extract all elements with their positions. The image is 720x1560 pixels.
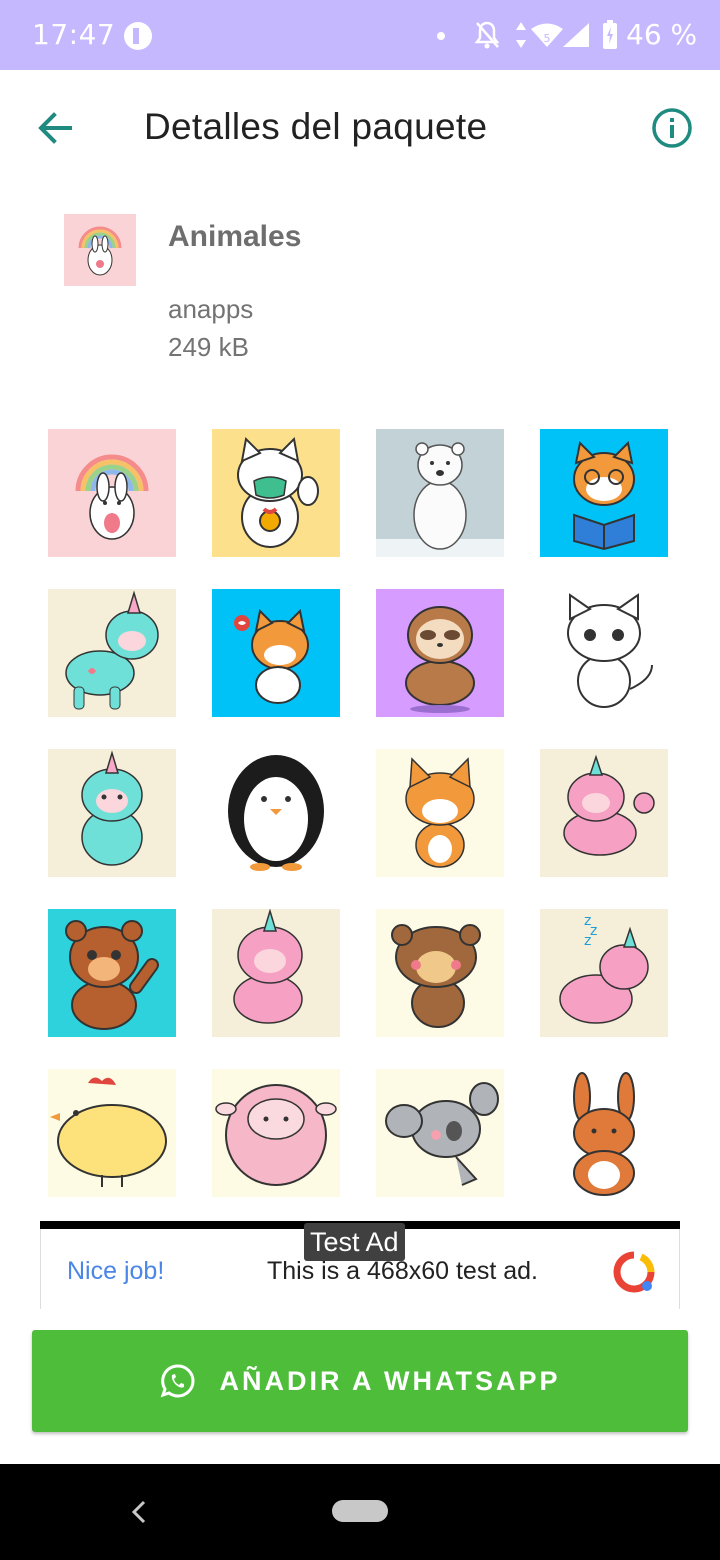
sticker-teal-llama-unicorn[interactable] [48, 589, 176, 717]
sticker-lucky-cat-mask[interactable] [212, 429, 340, 557]
sticker-fox[interactable] [376, 749, 504, 877]
google-ads-icon [613, 1251, 655, 1293]
pack-tray-icon [64, 214, 136, 286]
svg-text:5: 5 [544, 32, 551, 45]
cell-signal-icon [563, 23, 589, 47]
ad-body: This is a 468x60 test ad. [267, 1257, 538, 1285]
sticker-sloth-meditating[interactable] [376, 589, 504, 717]
sticker-penguin[interactable] [212, 749, 340, 877]
sticker-pink-llama-unicorn[interactable] [540, 749, 668, 877]
sticker-shiba-heart[interactable] [212, 589, 340, 717]
pack-publisher: anapps [168, 294, 254, 324]
navigation-bar [0, 1464, 720, 1560]
wifi-icon: 5 [531, 23, 563, 47]
nav-back-icon[interactable] [126, 1498, 154, 1526]
ad-headline: Nice job! [67, 1257, 165, 1285]
pack-size: 249 kB [168, 332, 249, 362]
sticker-brown-bear-dancing[interactable] [376, 909, 504, 1037]
sticker-orange-bunny[interactable] [540, 1069, 668, 1197]
sticker-polar-bear[interactable] [376, 429, 504, 557]
add-to-whatsapp-button[interactable]: AÑADIR A WHATSAPP [32, 1330, 688, 1432]
sticker-pink-llama-unicorn-2[interactable] [212, 909, 340, 1037]
page-title: Detalles del paquete [144, 106, 488, 147]
sticker-shiba-reading[interactable] [540, 429, 668, 557]
sticker-yellow-chick[interactable] [48, 1069, 176, 1197]
pack-name: Animales [168, 220, 302, 253]
add-to-whatsapp-label: AÑADIR A WHATSAPP [219, 1365, 561, 1396]
app-bar: Detalles del paquete [0, 70, 720, 188]
sticker-pink-llama-sleeping[interactable]: z z z [540, 909, 668, 1037]
sticker-white-kitten[interactable] [540, 589, 668, 717]
sticker-teal-llama-unicorn-2[interactable] [48, 749, 176, 877]
status-time: 17:47 [32, 18, 116, 51]
data-arrows-icon [516, 22, 526, 48]
info-circle-icon[interactable] [648, 104, 696, 152]
battery-percent: 46 % [626, 18, 698, 51]
bell-off-icon [474, 21, 500, 49]
whatsapp-icon [160, 1364, 194, 1398]
notification-dot-icon [437, 32, 445, 40]
sticker-rainbow-bunny[interactable] [48, 429, 176, 557]
status-bar: 17:47 5 46 % [0, 0, 720, 70]
nav-home-pill[interactable] [332, 1500, 388, 1522]
sticker-pink-sheep[interactable] [212, 1069, 340, 1197]
sticker-koala[interactable] [376, 1069, 504, 1197]
svg-text:z: z [584, 933, 591, 949]
arrow-left-icon[interactable] [32, 104, 80, 152]
battery-icon [603, 20, 617, 49]
privacy-icon [124, 22, 152, 50]
sticker-brown-bear-waving[interactable] [48, 909, 176, 1037]
test-ad-label: Test Ad [304, 1223, 405, 1261]
